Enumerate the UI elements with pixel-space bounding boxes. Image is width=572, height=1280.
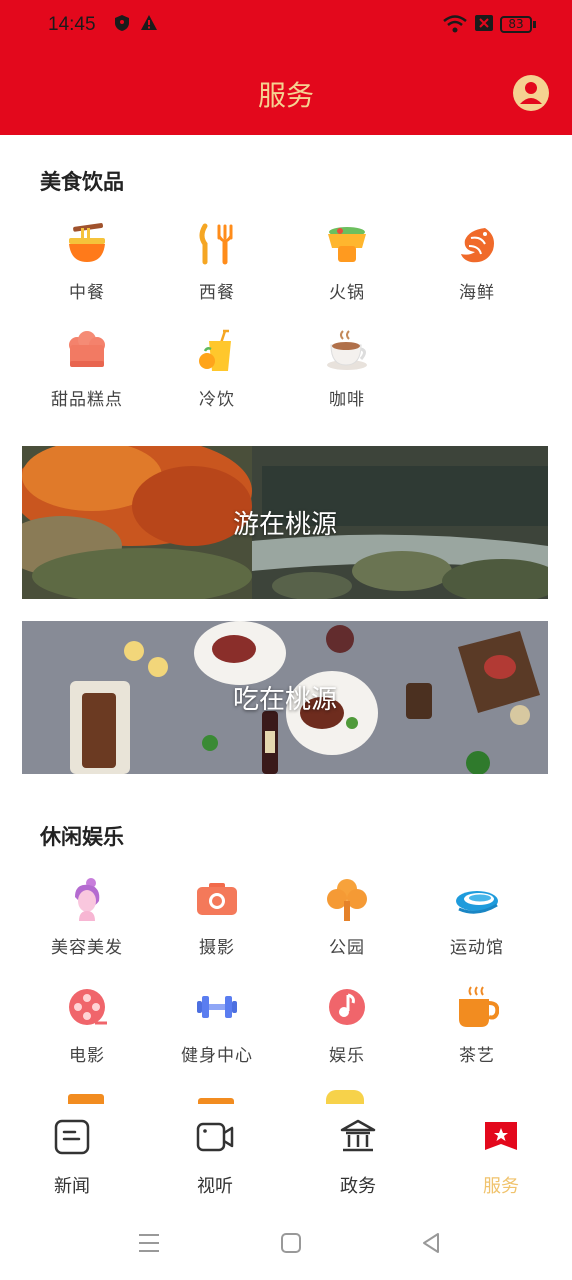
header-bar: 14:45 83 服务 [0, 0, 572, 135]
back-icon[interactable] [416, 1228, 446, 1258]
bottom-nav: 新闻 视听 政务 服务 [0, 1104, 572, 1204]
banner-travel[interactable]: 游在桃源 [22, 446, 548, 599]
film-reel-icon [69, 989, 107, 1025]
service-item-coffee[interactable]: 咖啡 [282, 329, 412, 429]
service-item-fitness-center[interactable]: 健身中心 [152, 985, 282, 1085]
service-item-tea-art[interactable]: 茶艺 [412, 985, 542, 1085]
tea-cup-icon [459, 986, 499, 1027]
service-item-label: 公园 [329, 938, 365, 958]
service-item-label: 冷饮 [199, 390, 235, 410]
service-item-label: 美容美发 [51, 938, 123, 958]
service-item-label: 茶艺 [459, 1046, 495, 1066]
tab-service[interactable]: 服务 [441, 1112, 561, 1202]
music-note-icon [329, 989, 365, 1025]
service-item-movies[interactable]: 电影 [22, 985, 152, 1085]
coffee-cup-icon [327, 330, 367, 370]
service-item-label: 甜品糕点 [51, 390, 123, 410]
status-bar: 14:45 83 [0, 0, 572, 52]
status-time: 14:45 [48, 14, 96, 35]
noodle-bowl-icon [69, 223, 105, 262]
service-item-cold-drinks[interactable]: 冷饮 [152, 329, 282, 429]
service-item-label: 电影 [69, 1046, 105, 1066]
service-item-photography[interactable]: 摄影 [152, 877, 282, 977]
woman-hair-icon [75, 878, 100, 921]
dumbbell-icon [197, 996, 237, 1018]
service-item-label: 摄影 [199, 938, 235, 958]
system-nav-bar [0, 1206, 572, 1280]
service-item-label: 娱乐 [329, 1046, 365, 1066]
service-item-beauty-salon[interactable]: 美容美发 [22, 877, 152, 977]
service-item-entertainment[interactable]: 娱乐 [282, 985, 412, 1085]
service-item-label: 火锅 [329, 283, 365, 303]
video-camera-icon [196, 1122, 234, 1152]
swimming-pool-icon [456, 891, 498, 914]
sim-off-icon [475, 15, 493, 31]
service-item-seafood[interactable]: 海鲜 [412, 222, 542, 322]
section-title-food: 美食饮品 [40, 170, 124, 194]
service-item-park[interactable]: 公园 [282, 877, 412, 977]
tab-label: 政务 [340, 1176, 376, 1197]
camera-icon [197, 883, 237, 915]
fork-knife-icon [199, 223, 233, 265]
cold-drink-icon [199, 329, 231, 371]
tab-label: 服务 [483, 1176, 519, 1197]
banner-text: 吃在桃源 [232, 685, 337, 715]
service-item-label: 西餐 [199, 283, 235, 303]
battery-icon: 83 [500, 16, 532, 33]
service-item-label: 中餐 [69, 283, 105, 303]
tab-news[interactable]: 新闻 [12, 1112, 132, 1202]
service-item-label: 咖啡 [329, 390, 365, 410]
service-item-hotpot[interactable]: 火锅 [282, 222, 412, 322]
service-bookmark-icon [485, 1122, 517, 1150]
shield-icon [115, 15, 129, 31]
tab-audio-video[interactable]: 视听 [155, 1112, 275, 1202]
warning-icon [141, 15, 157, 30]
service-item-chinese-food[interactable]: 中餐 [22, 222, 152, 322]
tab-government[interactable]: 政务 [298, 1112, 418, 1202]
service-item-label: 运动馆 [450, 938, 504, 958]
battery-tip [533, 21, 536, 28]
page-title: 服务 [257, 79, 314, 112]
service-item-sports-venue[interactable]: 运动馆 [412, 877, 542, 977]
tree-icon [327, 879, 367, 921]
menu-icon[interactable] [134, 1228, 164, 1258]
hotpot-icon [328, 227, 366, 262]
tab-label: 新闻 [54, 1176, 90, 1197]
banner-food[interactable]: 吃在桃源 [22, 621, 548, 774]
service-item-label: 健身中心 [181, 1046, 253, 1066]
service-item-label: 海鲜 [459, 283, 495, 303]
banner-text: 游在桃源 [232, 510, 337, 540]
shrimp-icon [461, 228, 494, 263]
user-profile-icon[interactable] [512, 74, 550, 112]
service-item-western-food[interactable]: 西餐 [152, 222, 282, 322]
section-title-leisure: 休闲娱乐 [40, 825, 124, 849]
home-icon[interactable] [276, 1228, 306, 1258]
government-building-icon [340, 1119, 376, 1152]
news-icon [54, 1119, 90, 1155]
battery-level: 83 [508, 17, 524, 31]
tab-label: 视听 [197, 1176, 233, 1197]
cupcake-icon [69, 331, 105, 367]
service-item-desserts[interactable]: 甜品糕点 [22, 329, 152, 429]
wifi-icon [443, 15, 467, 33]
